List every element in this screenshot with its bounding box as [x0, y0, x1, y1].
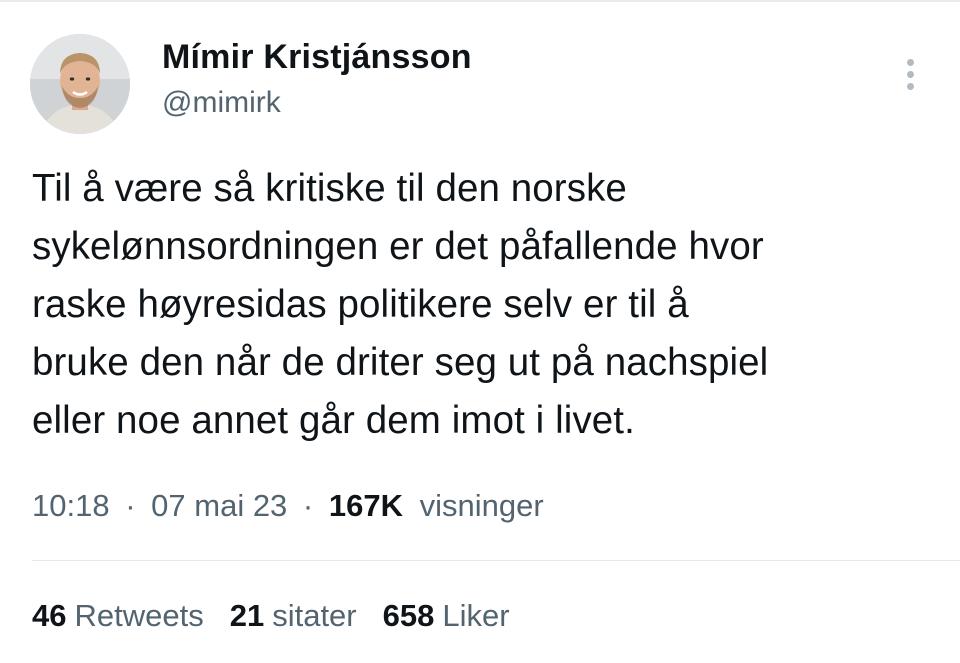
- tweet-text-line: Til å være så kritiske til den norske: [32, 167, 627, 210]
- more-vertical-icon-dot: [906, 70, 914, 78]
- likes-stat[interactable]: 658 Liker: [383, 598, 510, 634]
- tweet-text-line: sykelønnsordningen er det påfallende hvo…: [32, 225, 764, 268]
- likes-label: Liker: [442, 598, 510, 633]
- author-handle[interactable]: @mimirk: [162, 86, 281, 120]
- retweets-label: Retweets: [74, 598, 204, 633]
- tweet-date[interactable]: 07 mai 23: [151, 488, 287, 523]
- divider: [32, 560, 960, 561]
- tweet-card: Mímir Kristjánsson @mimirk Til å være så…: [0, 0, 960, 663]
- quotes-count: 21: [229, 598, 265, 633]
- retweets-stat[interactable]: 46 Retweets: [32, 598, 204, 634]
- more-vertical-icon: [906, 58, 914, 66]
- tweet-meta: 10:18 · 07 mai 23 · 167K visninger: [32, 488, 544, 524]
- more-vertical-icon-dot: [906, 82, 914, 90]
- meta-separator: ·: [125, 488, 136, 523]
- views-label: visninger: [419, 488, 544, 523]
- top-divider: [0, 0, 960, 2]
- tweet-text-line: bruke den når de driter seg ut på nachsp…: [32, 341, 769, 384]
- tweet-text-line: eller noe annet går dem imot i livet.: [32, 399, 635, 442]
- avatar[interactable]: [30, 34, 130, 134]
- tweet-text-line: raske høyresidas politikere selv er til …: [32, 283, 689, 326]
- more-options-button[interactable]: [892, 52, 928, 96]
- views-count: 167K: [328, 488, 403, 523]
- quotes-label: sitater: [272, 598, 357, 633]
- likes-count: 658: [382, 598, 435, 633]
- avatar-photo: [30, 34, 130, 134]
- tweet-text: Til å være så kritiske til den norske sy…: [32, 160, 932, 450]
- tweet-stats: 46 Retweets 21 sitater 658 Liker: [32, 598, 510, 634]
- quotes-stat[interactable]: 21 sitater: [230, 598, 357, 634]
- meta-separator: ·: [302, 488, 314, 523]
- retweets-count: 46: [32, 598, 67, 633]
- author-display-name[interactable]: Mímir Kristjánsson: [162, 38, 472, 77]
- tweet-time[interactable]: 10:18: [32, 488, 110, 523]
